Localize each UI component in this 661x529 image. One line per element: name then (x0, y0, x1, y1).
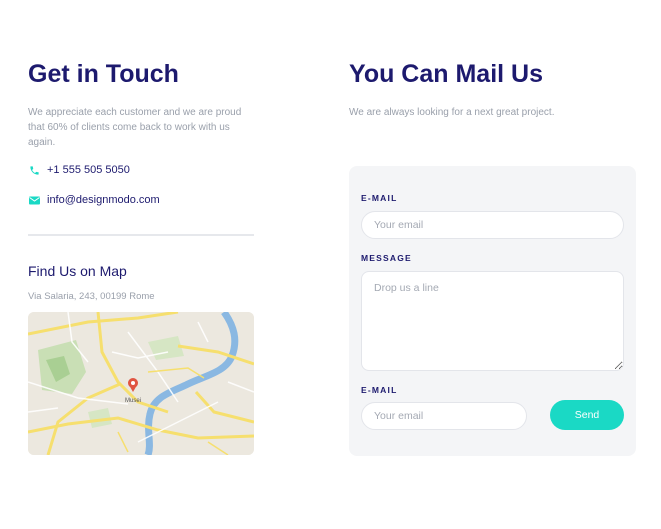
section-divider (28, 234, 254, 236)
message-label: MESSAGE (361, 253, 412, 263)
email-label: E-MAIL (361, 193, 398, 203)
contact-form: E-MAIL MESSAGE E-MAIL Send (349, 166, 636, 456)
mail-description: We are always looking for a next great p… (349, 107, 555, 118)
email-label-2: E-MAIL (361, 385, 398, 395)
phone-number: +1 555 505 5050 (47, 164, 130, 176)
email-row[interactable]: info@designmodo.com (28, 194, 160, 206)
map-address: Via Salaria, 243, 00199 Rome (28, 291, 155, 302)
envelope-icon (28, 194, 40, 206)
map-graphic: Musei (28, 312, 254, 455)
contact-title: Get in Touch (28, 60, 179, 88)
map-title: Find Us on Map (28, 263, 127, 279)
contact-description: We appreciate each customer and we are p… (28, 107, 242, 148)
mail-title: You Can Mail Us (349, 60, 544, 88)
phone-icon (28, 164, 40, 176)
phone-row[interactable]: +1 555 505 5050 (28, 164, 130, 176)
send-button[interactable]: Send (550, 400, 624, 430)
location-map[interactable]: Musei (28, 312, 254, 455)
email-input-2[interactable] (361, 402, 527, 430)
map-label: Musei (125, 398, 141, 404)
message-textarea[interactable] (361, 271, 624, 371)
email-input[interactable] (361, 211, 624, 239)
email-address: info@designmodo.com (47, 194, 160, 206)
